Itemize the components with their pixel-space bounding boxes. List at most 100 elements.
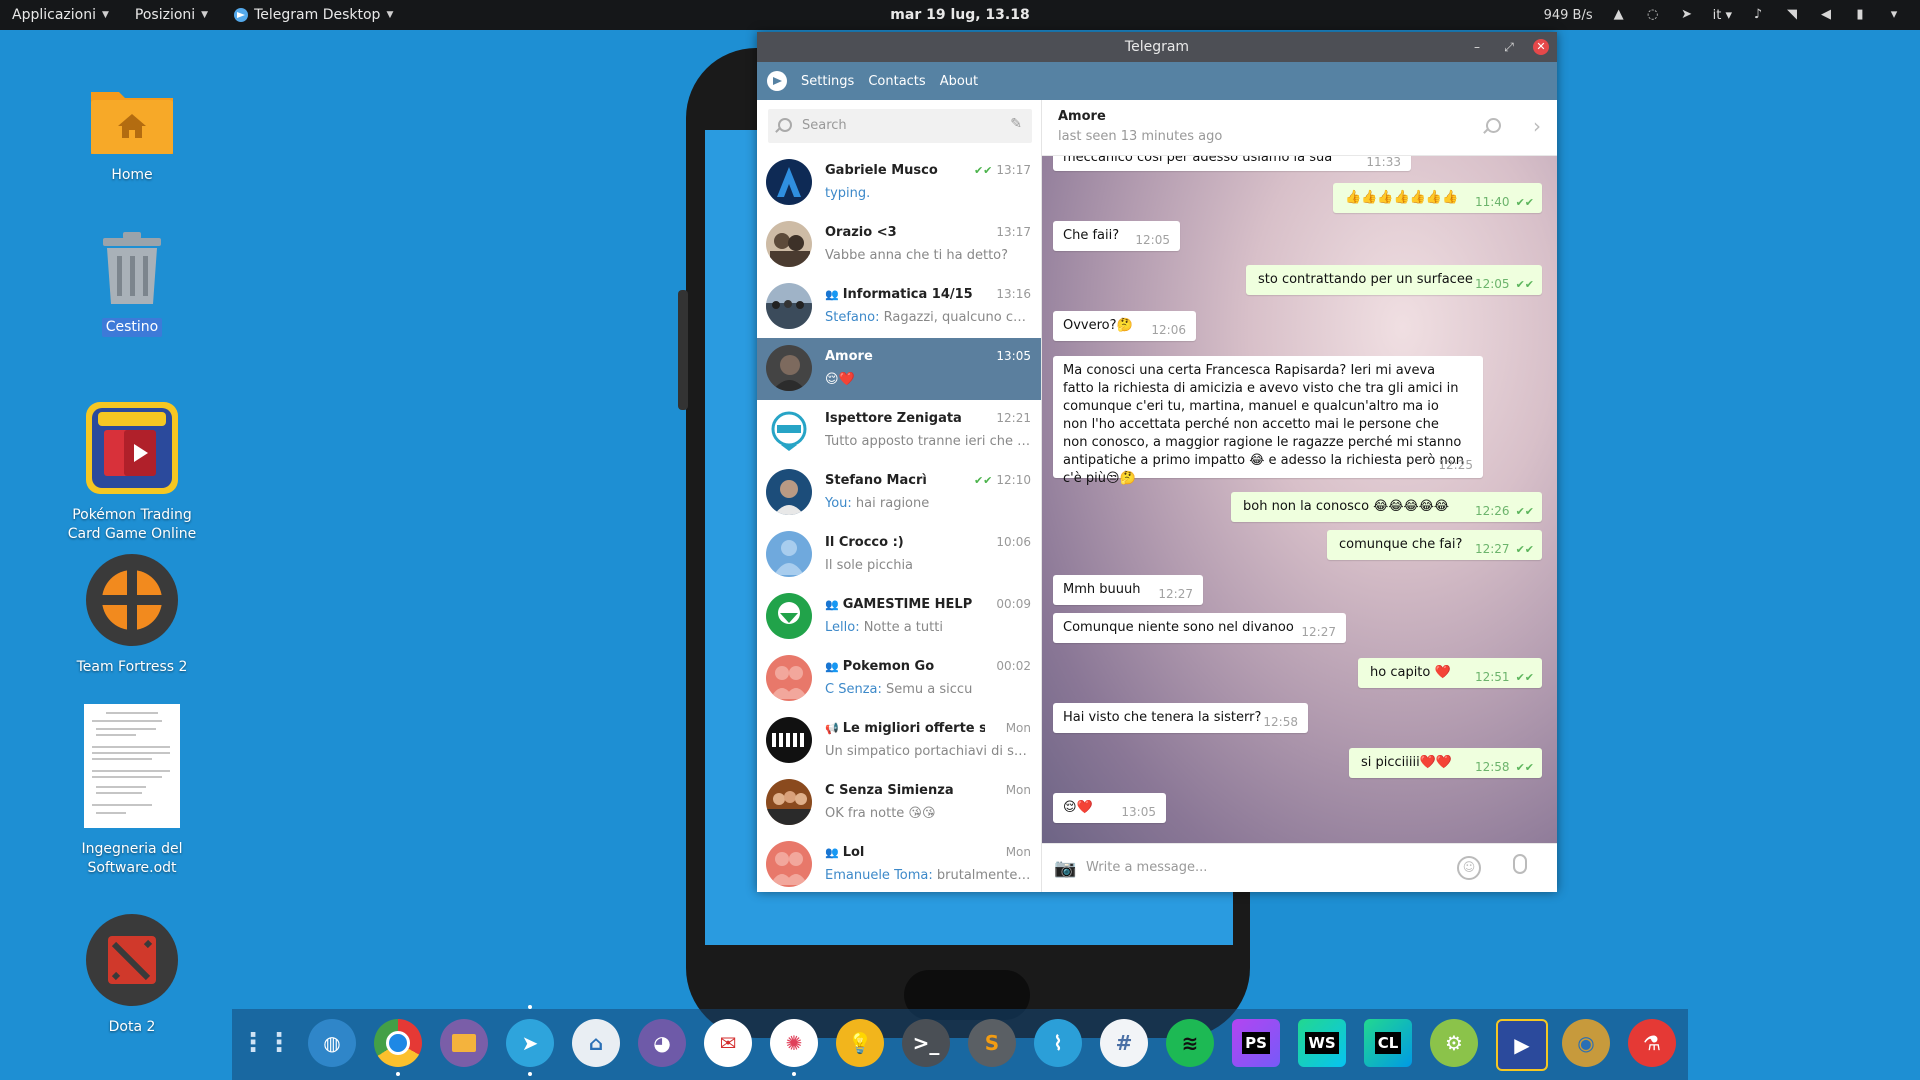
- menu-settings[interactable]: Settings: [801, 74, 854, 89]
- telegram-icon[interactable]: ➤: [506, 1019, 554, 1067]
- browser-icon[interactable]: ◍: [308, 1019, 356, 1067]
- message-text: 👍👍👍👍👍👍👍: [1345, 190, 1459, 205]
- lightbulb-icon[interactable]: 💡: [836, 1019, 884, 1067]
- message-outgoing[interactable]: ho capito ❤️ 12:51 ✔✔: [1358, 658, 1542, 688]
- folder-home-icon: [91, 92, 173, 154]
- close-button[interactable]: ✕: [1533, 39, 1549, 55]
- system-monitor-icon[interactable]: ⌇: [1034, 1019, 1082, 1067]
- new-message-icon[interactable]: ✎: [1010, 116, 1022, 132]
- message-outgoing[interactable]: si picciiiii❤️❤️ 12:58 ✔✔: [1349, 748, 1542, 778]
- chat-time: 13:17: [996, 225, 1031, 239]
- message-outgoing[interactable]: 👍👍👍👍👍👍👍 11:40 ✔✔: [1333, 183, 1542, 213]
- update-icon[interactable]: ◌: [1645, 7, 1661, 23]
- chat-name: Pokemon Go: [842, 659, 935, 674]
- wallpaper-phone-button: [678, 290, 688, 410]
- slack-icon[interactable]: #: [1100, 1019, 1148, 1067]
- webstorm-icon[interactable]: WS: [1298, 1019, 1346, 1067]
- desktop-icon-dota2[interactable]: Dota 2: [62, 912, 202, 1037]
- chevron-right-icon[interactable]: ›: [1533, 114, 1541, 138]
- message-text: meccanico così per adesso usiamo la sua: [1063, 155, 1333, 165]
- message-outgoing[interactable]: comunque che fai? 12:27 ✔✔: [1327, 530, 1542, 560]
- message-outgoing[interactable]: boh non la conosco 😂😂😂😂😂 12:26 ✔✔: [1231, 492, 1542, 522]
- message-incoming[interactable]: Ma conosci una certa Francesca Rapisarda…: [1053, 356, 1483, 486]
- remote-desktop-icon[interactable]: ⌂: [572, 1019, 620, 1067]
- phpstorm-icon[interactable]: PS: [1232, 1019, 1280, 1067]
- chat-item[interactable]: 👥Lol Mon Emanuele Toma: brutalmente ar..…: [757, 834, 1041, 892]
- compose-bar: 📷 Write a message... ☺: [1042, 843, 1557, 892]
- message-incoming[interactable]: Ovvero?🤔 12:06: [1053, 311, 1196, 341]
- android-studio-icon[interactable]: ⚙: [1430, 1019, 1478, 1067]
- running-indicator: [528, 1005, 532, 1009]
- chat-item[interactable]: Gabriele Musco ✔✔ 13:17 typing.: [757, 152, 1041, 214]
- active-app-menu[interactable]: Telegram Desktop ▼: [234, 7, 393, 23]
- desktop-icon-trash[interactable]: Cestino: [62, 228, 202, 337]
- chrome-icon[interactable]: [374, 1019, 422, 1067]
- desktop-icon-tf2[interactable]: Team Fortress 2: [62, 552, 202, 677]
- chat-name: Amore: [825, 349, 873, 364]
- message-incoming[interactable]: Hai visto che tenera la sisterr? 12:58: [1053, 703, 1308, 733]
- message-incoming[interactable]: Mmh buuuh 12:27: [1053, 575, 1203, 605]
- window-titlebar[interactable]: Telegram – ⤢ ✕: [757, 32, 1557, 62]
- music-icon[interactable]: ♪: [1750, 7, 1766, 23]
- sublime-icon[interactable]: S: [968, 1019, 1016, 1067]
- minimize-button[interactable]: –: [1465, 32, 1489, 62]
- files-icon[interactable]: [440, 1019, 488, 1067]
- chat-name: GAMESTIME HELP: [842, 597, 973, 612]
- git-icon[interactable]: ⚗: [1628, 1019, 1676, 1067]
- places-label: Posizioni: [134, 7, 196, 23]
- chat-time: Mon: [1005, 721, 1031, 735]
- chat-item[interactable]: Il Crocco :) 10:06 Il sole picchia: [757, 524, 1041, 586]
- desktop-icon-pokemon-tcg[interactable]: Pokémon Trading Card Game Online: [62, 400, 202, 544]
- chat-item[interactable]: 📢Le migliori offerte su ... Mon Un simpa…: [757, 710, 1041, 772]
- applications-menu[interactable]: Applicazioni ▼: [12, 7, 109, 23]
- clion-icon[interactable]: CL: [1364, 1019, 1412, 1067]
- chat-item[interactable]: Ispettore Zenigata 12:21 Tutto apposto t…: [757, 400, 1041, 462]
- battery-icon[interactable]: ▮: [1852, 7, 1868, 23]
- emoji-icon[interactable]: ☺: [1457, 856, 1481, 880]
- chat-item[interactable]: 👥 Pokemon Go 00:02 C Senza: Semu a siccu: [757, 648, 1041, 710]
- microphone-icon[interactable]: [1513, 854, 1527, 874]
- chevron-down-icon[interactable]: ▾: [1886, 7, 1902, 23]
- telegram-tray-icon[interactable]: ➤: [1679, 7, 1695, 23]
- chevron-down-icon: ▼: [386, 10, 394, 20]
- chat-item-active[interactable]: Amore 13:05 😌❤️: [757, 338, 1041, 400]
- chat-item[interactable]: C Senza Simienza Mon OK fra notte 😘😘: [757, 772, 1041, 834]
- message-incoming[interactable]: Comunque niente sono nel divanoo 12:27: [1053, 613, 1346, 643]
- keyboard-layout[interactable]: it ▾: [1713, 8, 1732, 23]
- message-time: 12:58: [1263, 715, 1298, 729]
- chat-item[interactable]: Stefano Macrì ✔✔ 12:10 You: hai ragione: [757, 462, 1041, 524]
- search-input[interactable]: Search ✎: [768, 109, 1032, 143]
- desktop-icon-label: Ingegneria del Software.odt: [81, 841, 183, 876]
- volume-icon[interactable]: ◀: [1818, 7, 1834, 23]
- apps-grid-icon[interactable]: ⋮⋮: [240, 1019, 292, 1067]
- wifi-icon[interactable]: ◥: [1784, 7, 1800, 23]
- message-incoming[interactable]: 😌❤️ 13:05: [1053, 793, 1166, 823]
- desktop-icon-document[interactable]: Ingegneria del Software.odt: [62, 702, 202, 878]
- menu-contacts[interactable]: Contacts: [868, 74, 925, 89]
- chat-item[interactable]: Orazio <3 13:17 Vabbe anna che ti ha det…: [757, 214, 1041, 276]
- terminal-icon[interactable]: >_: [902, 1019, 950, 1067]
- message-incoming[interactable]: meccanico così per adesso usiamo la sua …: [1053, 155, 1411, 171]
- pidgin-icon[interactable]: ◕: [638, 1019, 686, 1067]
- pokemon-tcg-icon[interactable]: ▶: [1496, 1019, 1548, 1071]
- message-history[interactable]: meccanico così per adesso usiamo la sua …: [1042, 155, 1557, 844]
- spotify-icon[interactable]: ≋: [1166, 1019, 1214, 1067]
- chat-item[interactable]: 👥 GAMESTIME HELP 00:09 Lello: Notte a tut…: [757, 586, 1041, 648]
- chat-item[interactable]: 👥 Informatica 14/15 13:16 Stefano: Ragazz…: [757, 276, 1041, 338]
- hearthstone-icon[interactable]: ◉: [1562, 1019, 1610, 1067]
- message-incoming[interactable]: Che faii? 12:05: [1053, 221, 1180, 251]
- conversation-panel: Amore last seen 13 minutes ago › meccani…: [1042, 100, 1557, 892]
- arch-icon[interactable]: ▲: [1611, 7, 1627, 23]
- search-icon[interactable]: [1486, 118, 1501, 133]
- conversation-header[interactable]: Amore last seen 13 minutes ago ›: [1042, 100, 1557, 156]
- message-outgoing[interactable]: sto contrattando per un surfacee 12:05 ✔✔: [1246, 265, 1542, 295]
- popcorn-icon[interactable]: ✺: [770, 1019, 818, 1067]
- menu-about[interactable]: About: [940, 74, 978, 89]
- places-menu[interactable]: Posizioni ▼: [135, 7, 208, 23]
- chat-name: Orazio <3: [825, 225, 897, 240]
- mail-icon[interactable]: ✉: [704, 1019, 752, 1067]
- camera-icon[interactable]: 📷: [1054, 858, 1076, 879]
- maximize-button[interactable]: ⤢: [1497, 32, 1521, 62]
- message-input[interactable]: Write a message...: [1086, 860, 1207, 875]
- desktop-icon-home[interactable]: Home: [62, 84, 202, 185]
